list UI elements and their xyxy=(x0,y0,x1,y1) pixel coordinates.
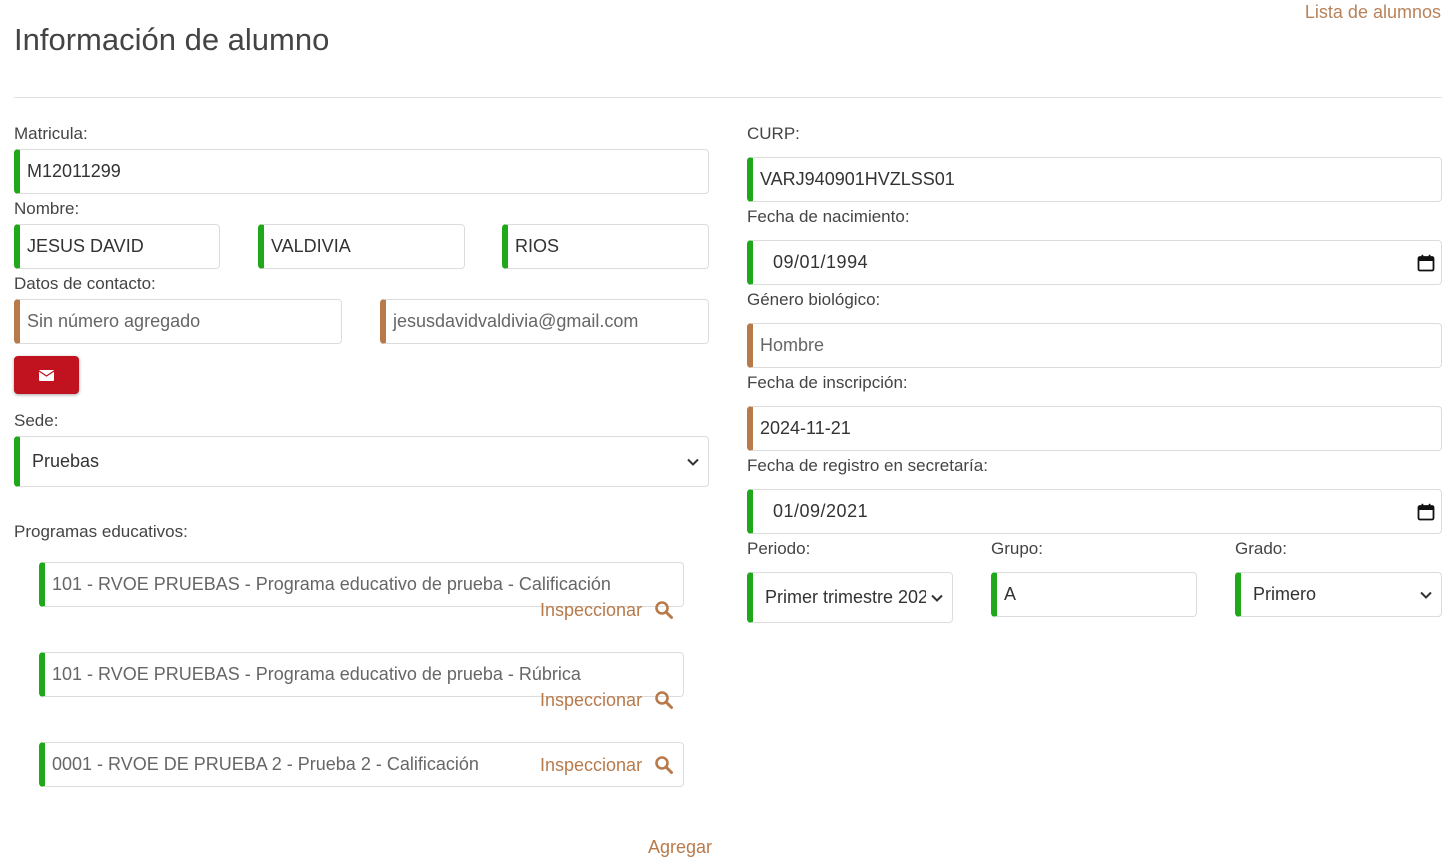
header-divider xyxy=(14,97,1442,98)
period-value: Primer trimestre 2021 xyxy=(765,587,926,607)
add-program-link[interactable]: Agregar xyxy=(648,837,712,858)
page-title: Información de alumno xyxy=(14,22,330,57)
enrollment-date-field[interactable]: 2024-11-21 xyxy=(747,406,1442,451)
chevron-down-icon xyxy=(931,594,943,602)
matricula-value: M12011299 xyxy=(27,161,121,181)
paternal-surname-value: VALDIVIA xyxy=(271,236,351,256)
sede-label: Sede: xyxy=(14,411,59,430)
curp-field[interactable]: VARJ940901HVZLSS01 xyxy=(747,157,1442,202)
email-value: jesusdavidvaldivia@gmail.com xyxy=(393,311,639,331)
calendar-icon[interactable] xyxy=(1417,254,1435,272)
period-label: Periodo: xyxy=(747,539,811,558)
grade-label: Grado: xyxy=(1235,539,1287,558)
send-email-button[interactable] xyxy=(14,356,79,394)
chevron-down-icon xyxy=(1420,591,1432,599)
maternal-surname-field[interactable]: RIOS xyxy=(502,224,709,269)
chevron-down-icon xyxy=(687,458,699,466)
student-list-link[interactable]: Lista de alumnos xyxy=(1305,2,1441,23)
maternal-surname-value: RIOS xyxy=(515,236,560,256)
gender-label: Género biológico: xyxy=(747,290,881,309)
birthdate-label: Fecha de nacimiento: xyxy=(747,207,910,226)
phone-field[interactable]: Sin número agregado xyxy=(14,299,342,344)
search-icon[interactable] xyxy=(654,690,674,710)
calendar-icon[interactable] xyxy=(1417,503,1435,521)
group-label: Grupo: xyxy=(991,539,1043,558)
envelope-icon xyxy=(39,369,54,381)
nombre-label: Nombre: xyxy=(14,199,80,218)
program-name-1: 101 - RVOE PRUEBAS - Programa educativo … xyxy=(52,574,611,594)
enrollment-date-value: 2024-11-21 xyxy=(760,418,851,438)
grade-value: Primero xyxy=(1253,584,1317,604)
inspect-link-2[interactable]: Inspeccionar xyxy=(540,690,642,711)
program-name-3: 0001 - RVOE DE PRUEBA 2 - Prueba 2 - Cal… xyxy=(52,754,479,774)
registry-date-value: 01/09/2021 xyxy=(773,501,869,521)
search-icon[interactable] xyxy=(654,755,674,775)
program-name-2: 101 - RVOE PRUEBAS - Programa educativo … xyxy=(52,664,581,684)
phone-placeholder: Sin número agregado xyxy=(27,311,201,331)
birthdate-value: 09/01/1994 xyxy=(773,252,869,272)
gender-value: Hombre xyxy=(760,335,825,355)
contacto-label: Datos de contacto: xyxy=(14,274,156,293)
matricula-label: Matricula: xyxy=(14,124,88,143)
registry-date-label: Fecha de registro en secretaría: xyxy=(747,456,988,475)
birthdate-field[interactable]: 09/01/1994 xyxy=(747,240,1442,285)
enrollment-date-label: Fecha de inscripción: xyxy=(747,373,908,392)
paternal-surname-field[interactable]: VALDIVIA xyxy=(258,224,465,269)
programas-label: Programas educativos: xyxy=(14,522,188,541)
inspect-link-1[interactable]: Inspeccionar xyxy=(540,600,642,621)
inspect-link-3[interactable]: Inspeccionar xyxy=(540,755,642,776)
matricula-field[interactable]: M12011299 xyxy=(14,149,709,194)
gender-field[interactable]: Hombre xyxy=(747,323,1442,368)
sede-value: Pruebas xyxy=(32,451,100,471)
group-field[interactable]: A xyxy=(991,572,1197,617)
curp-value: VARJ940901HVZLSS01 xyxy=(760,169,955,189)
group-value: A xyxy=(1004,584,1017,604)
first-name-field[interactable]: JESUS DAVID xyxy=(14,224,220,269)
registry-date-field[interactable]: 01/09/2021 xyxy=(747,489,1442,534)
sede-select[interactable]: Pruebas xyxy=(14,436,709,487)
curp-label: CURP: xyxy=(747,124,800,143)
period-select[interactable]: Primer trimestre 2021 xyxy=(747,572,953,623)
first-name-value: JESUS DAVID xyxy=(27,236,144,256)
grade-select[interactable]: Primero xyxy=(1235,572,1442,617)
email-field[interactable]: jesusdavidvaldivia@gmail.com xyxy=(380,299,709,344)
search-icon[interactable] xyxy=(654,600,674,620)
